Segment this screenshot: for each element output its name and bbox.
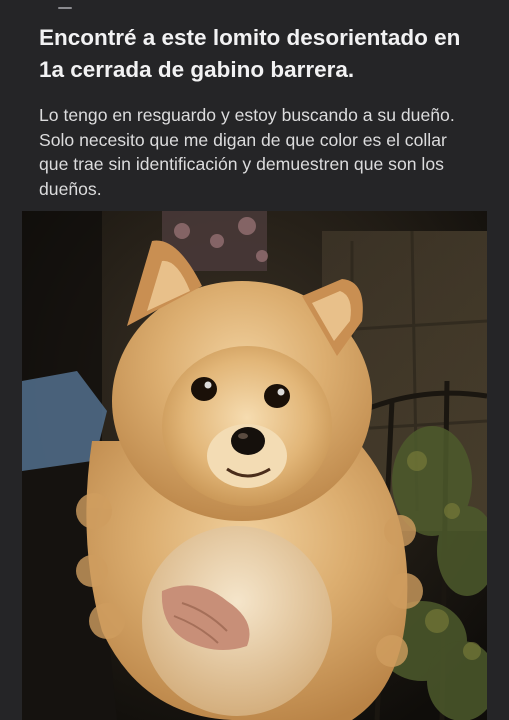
post-photo[interactable] <box>22 211 487 720</box>
post-view: Encontré a este lomito desorientado en 1… <box>0 0 509 720</box>
drag-handle <box>58 7 72 9</box>
dog-photo-illustration <box>22 211 487 720</box>
post-title: Encontré a este lomito desorientado en 1… <box>39 25 461 82</box>
post-body: Lo tengo en resguardo y estoy buscando a… <box>39 105 455 199</box>
